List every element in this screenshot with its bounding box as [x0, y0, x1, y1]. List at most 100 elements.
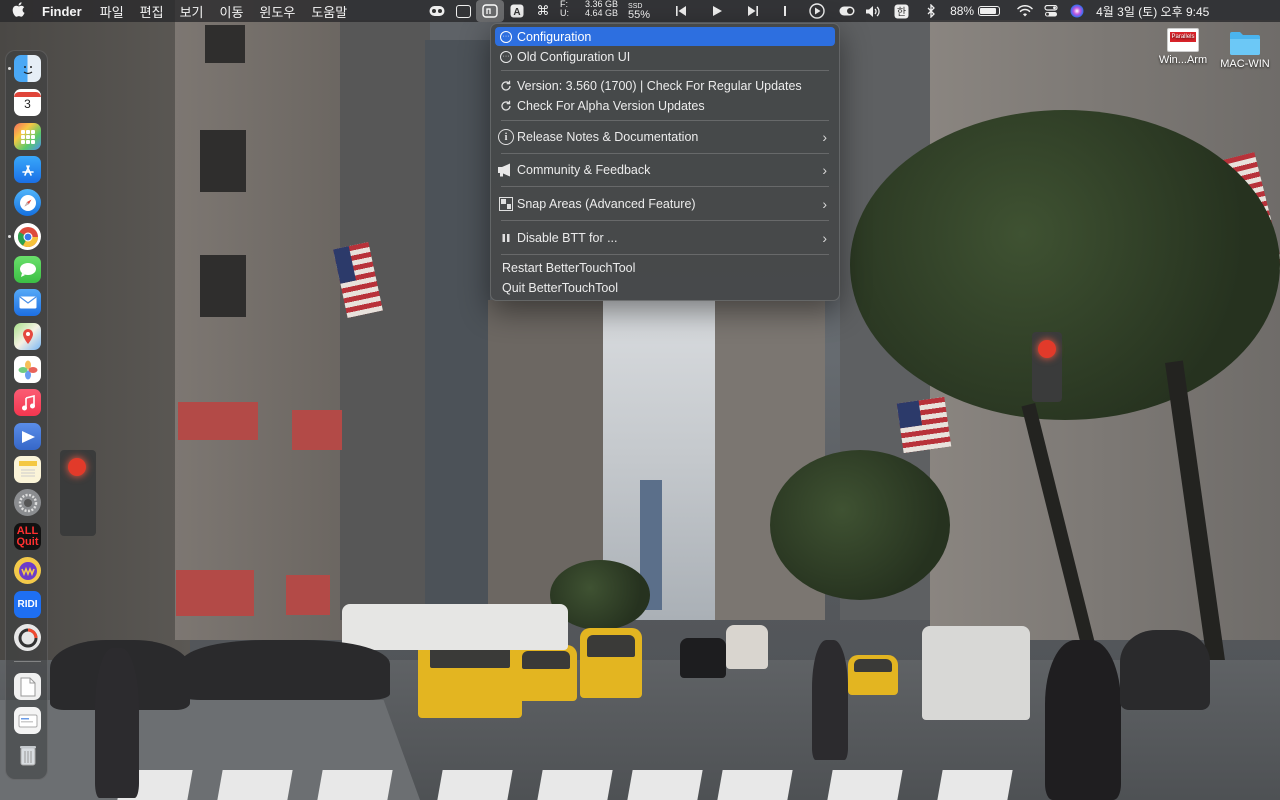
all-quit-icon[interactable]: ALL Quit — [14, 523, 41, 550]
downloads-stack-icon[interactable] — [14, 707, 41, 734]
ridi-icon[interactable]: RIDI — [14, 591, 41, 618]
bettertouchtool-icon[interactable] — [476, 0, 504, 22]
menu-item-label: Restart BetterTouchTool — [502, 260, 636, 275]
battery-percent: 88% — [950, 4, 975, 18]
menu-item-label: Old Configuration UI — [517, 49, 631, 64]
play-icon[interactable] — [704, 0, 730, 22]
app-menu-finder[interactable]: Finder — [36, 4, 92, 19]
input-source-icon[interactable]: 한 — [888, 0, 914, 22]
play-circle-icon[interactable] — [804, 0, 830, 22]
photos-icon[interactable] — [14, 356, 41, 383]
menu-edit[interactable]: 편집 — [132, 2, 172, 21]
svg-text:A: A — [513, 7, 520, 18]
menu-bar: Finder 파일 편집 보기 이동 윈도우 도움말 A ⌘ F: U: 3.3… — [0, 0, 1280, 22]
menu-file[interactable]: 파일 — [92, 2, 132, 21]
menu-item-community[interactable]: Community & Feedback › — [495, 159, 835, 181]
wallpaper-red-light — [1038, 340, 1056, 358]
ellipsis-circle-icon: ··· — [495, 30, 517, 43]
control-center-icon[interactable] — [1038, 0, 1064, 22]
wallpaper-crosswalk-stripe — [827, 770, 903, 800]
desktop-icon-label: Win...Arm — [1158, 54, 1208, 66]
menu-item-label: Snap Areas (Advanced Feature) — [517, 197, 696, 211]
refresh-icon — [495, 100, 517, 112]
volume-icon[interactable] — [860, 0, 886, 22]
previous-track-icon[interactable] — [668, 0, 694, 22]
bluetooth-icon[interactable] — [918, 0, 944, 22]
text-tool-icon[interactable]: A — [504, 0, 530, 22]
desktop-icon-parallels[interactable]: Parallels Win...Arm — [1148, 28, 1218, 66]
music-icon[interactable] — [14, 389, 41, 416]
istat-icon[interactable] — [14, 624, 41, 651]
wallpaper-crosswalk-stripe — [217, 770, 293, 800]
wallpaper-awning — [176, 570, 254, 616]
clock[interactable]: 4월 3일 (토) 오후 9:45 — [1090, 3, 1215, 20]
running-indicator — [8, 235, 11, 238]
calendar-day: 3 — [24, 96, 31, 111]
menu-window[interactable]: 윈도우 — [251, 2, 303, 21]
running-indicator — [8, 67, 11, 70]
mask-icon[interactable] — [424, 0, 450, 22]
menu-item-quit[interactable]: Quit BetterTouchTool — [495, 278, 835, 297]
menu-item-restart[interactable]: Restart BetterTouchTool — [495, 258, 835, 277]
wallpaper-ambulance — [726, 625, 768, 669]
wallpaper-pedestrian — [1045, 640, 1121, 800]
wallpaper-building — [340, 20, 430, 620]
menu-separator — [501, 153, 829, 154]
wallpaper-van — [922, 626, 1030, 720]
wallpaper-awning — [178, 402, 258, 440]
menu-item-old-configuration[interactable]: ··· Old Configuration UI — [495, 47, 835, 66]
menu-item-label: Quit BetterTouchTool — [502, 280, 619, 295]
wifi-icon[interactable] — [1012, 0, 1038, 22]
command-icon[interactable]: ⌘ — [530, 0, 556, 22]
battery-status[interactable]: 88% — [944, 4, 1006, 18]
all-quit-line1: ALL — [16, 524, 39, 537]
menu-item-label: Community & Feedback — [517, 163, 651, 177]
desktop-icon-folder[interactable]: MAC-WIN — [1210, 30, 1280, 70]
menu-help[interactable]: 도움말 — [303, 2, 355, 21]
maps-icon[interactable] — [14, 323, 41, 350]
toggle-icon[interactable] — [834, 0, 860, 22]
wallpaper-crosswalk-stripe — [937, 770, 1013, 800]
menu-go[interactable]: 이동 — [212, 2, 252, 21]
wave-app-icon[interactable] — [14, 557, 41, 584]
more-icon[interactable] — [772, 0, 798, 22]
wallpaper-window — [200, 130, 246, 192]
ssd-status[interactable]: SSD 55% — [622, 0, 656, 22]
menu-item-alpha-updates[interactable]: Check For Alpha Version Updates — [495, 96, 835, 115]
menu-separator — [501, 120, 829, 121]
wallpaper-pedestrian — [95, 648, 139, 798]
ellipsis-circle-icon: ··· — [495, 50, 517, 63]
menu-view[interactable]: 보기 — [172, 2, 212, 21]
menu-item-disable-btt[interactable]: Disable BTT for ... › — [495, 227, 835, 249]
mail-icon[interactable] — [14, 289, 41, 316]
menu-item-snap-areas[interactable]: Snap Areas (Advanced Feature) › — [495, 193, 835, 215]
app-store-icon[interactable] — [14, 156, 41, 183]
wallpaper-flag — [896, 396, 952, 454]
memory-status[interactable]: F: U: 3.36 GB 4.64 GB — [556, 0, 622, 22]
menu-item-configuration[interactable]: ··· Configuration — [495, 27, 835, 46]
notes-icon[interactable] — [14, 456, 41, 483]
menu-item-check-updates[interactable]: Version: 3.560 (1700) | Check For Regula… — [495, 76, 835, 95]
apple-icon[interactable] — [0, 1, 36, 21]
menu-separator — [501, 70, 829, 71]
desktop-icon-label: MAC-WIN — [1220, 58, 1270, 70]
next-track-icon[interactable] — [740, 0, 766, 22]
screen-capture-icon[interactable] — [450, 0, 476, 22]
chrome-icon[interactable] — [14, 223, 41, 250]
launchpad-icon[interactable] — [14, 123, 41, 150]
keynote-icon[interactable] — [14, 423, 41, 450]
siri-icon[interactable] — [1064, 0, 1090, 22]
document-icon[interactable] — [14, 673, 41, 700]
all-quit-line2: Quit — [16, 535, 39, 548]
chevron-right-icon: › — [822, 196, 827, 212]
snap-areas-icon — [495, 197, 517, 211]
trash-icon[interactable] — [14, 741, 41, 768]
calendar-icon[interactable]: 3 — [14, 89, 41, 116]
menu-separator — [501, 220, 829, 221]
system-preferences-icon[interactable] — [14, 489, 41, 516]
menu-item-release-notes[interactable]: i Release Notes & Documentation › — [495, 126, 835, 148]
finder-icon[interactable] — [14, 55, 41, 82]
safari-icon[interactable] — [14, 189, 41, 216]
wallpaper-window — [200, 255, 246, 317]
messages-icon[interactable] — [14, 256, 41, 283]
